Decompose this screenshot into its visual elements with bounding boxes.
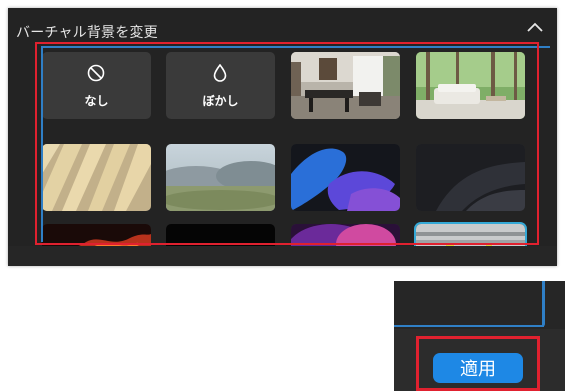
- tile-blur[interactable]: ぼかし: [166, 52, 275, 119]
- virtual-background-panel: バーチャル背景を変更 なし ぼかし: [8, 8, 557, 266]
- excerpt-scroll-frame-bottom: [394, 325, 544, 327]
- office-image: [291, 52, 400, 119]
- excerpt-grid-area: [394, 281, 565, 329]
- sunlit-wall-image: [42, 144, 151, 211]
- tile-living-forest[interactable]: [416, 52, 525, 119]
- apply-excerpt-panel: 適用: [394, 281, 565, 391]
- blue-purple-shapes-image: [291, 144, 400, 211]
- background-grid: なし ぼかし: [42, 52, 532, 266]
- tile-blue-purple-shapes[interactable]: [291, 144, 400, 211]
- tile-none-label: なし: [84, 94, 109, 108]
- no-icon: [87, 64, 105, 82]
- droplet-icon: [213, 64, 227, 82]
- tile-dark-waves[interactable]: [416, 144, 525, 211]
- tile-sunlit-wall[interactable]: [42, 144, 151, 211]
- apply-button[interactable]: 適用: [433, 353, 523, 383]
- dark-waves-image: [416, 144, 525, 211]
- tile-blur-label: ぼかし: [202, 94, 239, 108]
- forest-living-image: [416, 52, 525, 119]
- panel-footer: [8, 246, 557, 266]
- tile-none[interactable]: なし: [42, 52, 151, 119]
- tile-office[interactable]: [291, 52, 400, 119]
- blurred-mountains-image: [166, 144, 275, 211]
- chevron-up-icon[interactable]: [525, 19, 545, 35]
- panel-title: バーチャル背景を変更: [16, 25, 158, 41]
- tile-blurred-mountains[interactable]: [166, 144, 275, 211]
- excerpt-scroll-frame-right: [542, 281, 545, 327]
